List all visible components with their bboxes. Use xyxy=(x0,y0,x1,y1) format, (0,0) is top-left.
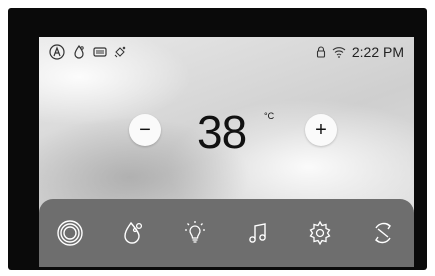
music-note-icon xyxy=(244,219,272,247)
settings-button[interactable] xyxy=(301,214,339,252)
power-cycle-button[interactable] xyxy=(364,214,402,252)
whirlpool-icon xyxy=(56,219,84,247)
shower-icon xyxy=(119,219,147,247)
status-right-group: 2:22 PM xyxy=(316,43,404,61)
whirlpool-button[interactable] xyxy=(51,214,89,252)
lock-icon xyxy=(316,46,326,58)
music-button[interactable] xyxy=(239,214,277,252)
clock-time: 2:22 PM xyxy=(351,44,404,60)
wifi-icon xyxy=(332,46,346,58)
status-left-group xyxy=(49,43,127,61)
heater-icon xyxy=(93,46,107,58)
steam-icon xyxy=(113,45,127,59)
settings-gear-icon xyxy=(306,219,334,247)
temperature-unit: °C xyxy=(264,111,275,121)
temperature-control: − 38 °C + xyxy=(39,102,414,162)
shower-button[interactable] xyxy=(114,214,152,252)
device-bezel: 2:22 PM − 38 °C + xyxy=(8,8,427,270)
auto-mode-icon xyxy=(49,44,65,60)
decrease-temperature-button[interactable]: − xyxy=(129,114,161,146)
light-button[interactable] xyxy=(176,214,214,252)
temperature-value: 38 xyxy=(197,106,247,158)
bottom-dock xyxy=(39,199,414,267)
light-bulb-icon xyxy=(181,219,209,247)
power-cycle-icon xyxy=(369,219,397,247)
rain-shower-icon xyxy=(71,44,87,60)
increase-temperature-button[interactable]: + xyxy=(305,114,337,146)
touch-screen: 2:22 PM − 38 °C + xyxy=(39,37,414,267)
